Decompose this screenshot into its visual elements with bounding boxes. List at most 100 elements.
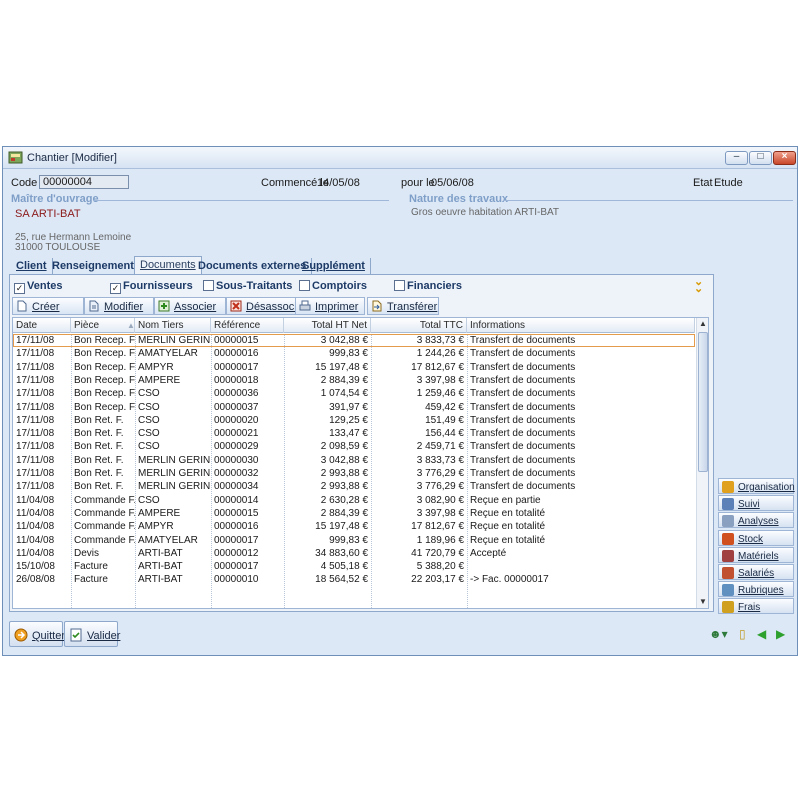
filter-comptoirs[interactable]: Comptoirs	[299, 280, 367, 293]
table-cell: 00000015	[214, 335, 259, 346]
table-cell: Bon Recep. F.	[74, 388, 135, 400]
checkbox-fournisseurs[interactable]: ✓	[110, 283, 121, 294]
checkbox-comptoirs[interactable]	[299, 280, 310, 291]
col-header-piece[interactable]: Pièce ▲	[71, 318, 135, 333]
checkbox-financiers[interactable]	[394, 280, 405, 291]
col-header-total-ttc[interactable]: Total TTC	[371, 318, 467, 333]
table-cell: 1 189,96 €	[416, 534, 464, 546]
table-cell: 00000032	[214, 468, 259, 479]
table-cell: Reçue en totalité	[470, 521, 546, 533]
table-row[interactable]: 11/04/08 Devis ARTI-BAT 00000012 34 883,60 €…	[13, 547, 695, 560]
collapse-chevron-icon[interactable]: ⌄ ⌄	[694, 277, 703, 295]
checkbox-ventes[interactable]: ✓	[14, 283, 25, 294]
table-row[interactable]: 17/11/08 Bon Ret. F. MERLIN GERIN 00000034 2…	[13, 480, 695, 493]
note-icon[interactable]: ▯	[739, 627, 746, 641]
etat-value[interactable]: Etude	[714, 177, 743, 189]
previous-icon[interactable]: ◀	[757, 627, 766, 641]
user-icon[interactable]: ☻▾	[709, 627, 728, 641]
table-cell: 17 812,67 €	[411, 361, 464, 373]
side-button-8[interactable]: Frais	[718, 598, 794, 615]
scroll-up-icon[interactable]: ▲	[697, 318, 708, 330]
minimize-button[interactable]: –	[725, 151, 748, 165]
table-row[interactable]: 17/11/08 Bon Recep. F. CSO 00000036 1 074,54…	[13, 387, 695, 400]
tab-documents[interactable]: Documents	[134, 256, 202, 275]
table-cell: 391,97 €	[329, 401, 368, 413]
end-date-value[interactable]: 05/06/08	[431, 177, 474, 189]
side-button-5[interactable]: Matériels	[718, 546, 794, 563]
side-button-1[interactable]: Organisation	[718, 478, 795, 494]
table-cell: Bon Ret. F.	[74, 414, 124, 426]
table-scrollbar[interactable]: ▲ ▼	[696, 318, 708, 608]
transfer-button[interactable]: Transférer	[367, 297, 439, 315]
code-field[interactable]: 00000004	[39, 175, 129, 189]
table-cell: AMATYELAR	[138, 534, 198, 546]
create-button[interactable]: Créer	[12, 297, 84, 315]
table-cell: 00000020	[214, 414, 259, 426]
table-row[interactable]: 17/11/08 Bon Ret. F. CSO 00000029 2 098,59 €…	[13, 440, 695, 453]
filter-sous-traitants[interactable]: Sous-Traitants	[203, 280, 292, 293]
col-header-total-ht[interactable]: Total HT Net	[284, 318, 371, 333]
table-row[interactable]: 17/11/08 Bon Recep. F. CSO 00000037 391,97 €…	[13, 401, 695, 414]
col-header-informations[interactable]: Informations	[467, 318, 695, 333]
table-row[interactable]: 11/04/08 Commande F. AMPERE 00000015 2 884,3…	[13, 507, 695, 520]
side-button-7[interactable]: Rubriques	[718, 581, 794, 598]
table-cell: Commande F.	[74, 494, 135, 506]
associate-button[interactable]: Associer	[154, 297, 226, 315]
maximize-button[interactable]: □	[749, 151, 772, 165]
quit-button[interactable]: Quitter	[9, 621, 65, 647]
filter-fournisseurs[interactable]: ✓ Fournisseurs	[110, 280, 193, 294]
table-cell: Transfert de documents	[470, 335, 576, 346]
table-row[interactable]: 26/08/08 Facture ARTI-BAT 00000010 18 564,52…	[13, 573, 695, 586]
modify-button[interactable]: Modifier	[84, 297, 154, 315]
scroll-thumb[interactable]	[698, 332, 708, 472]
maitre-address-city: 31000 TOULOUSE	[15, 242, 101, 253]
table-row[interactable]: 17/11/08 Bon Recep. F. AMPERE 00000018 2 884…	[13, 374, 695, 387]
documents-table[interactable]: Date Pièce ▲ Nom Tiers Référence Total HT…	[12, 317, 709, 609]
table-row[interactable]: 17/11/08 Bon Recep. F. AMPYR 00000017 15 197…	[13, 361, 695, 374]
validate-button[interactable]: Valider	[64, 621, 120, 647]
table-row[interactable]: 11/04/08 Commande F. AMPYR 00000016 15 197,4…	[13, 520, 695, 533]
col-header-nom-tiers[interactable]: Nom Tiers	[135, 318, 211, 333]
table-row[interactable]: 17/11/08 Bon Ret. F. MERLIN GERIN 00000030 3…	[13, 454, 695, 467]
side-button-4[interactable]: Stock	[718, 529, 794, 546]
maitre-divider	[93, 200, 389, 201]
table-header: Date Pièce ▲ Nom Tiers Référence Total HT…	[13, 318, 695, 333]
side-button-3[interactable]: Analyses	[718, 512, 794, 529]
side-button-2[interactable]: Suivi	[718, 495, 794, 512]
next-icon[interactable]: ▶	[776, 627, 785, 641]
side-button-6[interactable]: Salariés	[718, 564, 794, 580]
scroll-down-icon[interactable]: ▼	[697, 596, 708, 608]
table-cell: 17/11/08	[16, 348, 55, 360]
table-row[interactable]: 15/10/08 Facture ARTI-BAT 00000017 4 505,18 …	[13, 560, 695, 573]
table-cell: 00000016	[214, 348, 259, 360]
table-cell: 459,42 €	[425, 401, 464, 413]
table-row[interactable]: 17/11/08 Bon Ret. F. CSO 00000020 129,25 € 15…	[13, 414, 695, 427]
filter-ventes[interactable]: ✓ Ventes	[14, 280, 62, 294]
close-button[interactable]: ×	[773, 151, 796, 165]
table-row[interactable]: 17/11/08 Bon Ret. F. MERLIN GERIN 00000032 2…	[13, 467, 695, 480]
rubriques-icon	[722, 584, 734, 597]
table-row[interactable]: 11/04/08 Commande F. CSO 00000014 2 630,28 €…	[13, 494, 695, 507]
table-cell: Transfert de documents	[470, 401, 576, 413]
table-row[interactable]: 11/04/08 Commande F. AMATYELAR 00000017 999,…	[13, 534, 695, 547]
table-row[interactable]: 17/11/08 Bon Recep. F. MERLIN GERIN 0000001…	[13, 334, 695, 347]
new-document-icon	[17, 300, 27, 312]
table-cell: 3 776,29 €	[416, 481, 464, 493]
table-cell: 17/11/08	[16, 335, 55, 346]
table-row[interactable]: 17/11/08 Bon Recep. F. AMATYELAR 00000016 99…	[13, 347, 695, 360]
start-date-value[interactable]: 14/05/08	[317, 177, 360, 189]
title-bar[interactable]: Chantier [Modifier] – □ ×	[3, 147, 797, 169]
checkbox-sous-traitants[interactable]	[203, 280, 214, 291]
col-header-date[interactable]: Date	[13, 318, 71, 333]
tab-renseignements[interactable]: Renseignements	[47, 258, 147, 274]
print-button[interactable]: Imprimer	[295, 297, 365, 315]
tab-documents-externes[interactable]: Documents externes	[193, 258, 313, 274]
tab-supplement[interactable]: Supplément	[297, 258, 371, 274]
table-cell: AMPYR	[138, 361, 174, 373]
filter-financiers[interactable]: Financiers	[394, 280, 462, 293]
table-row[interactable]: 17/11/08 Bon Ret. F. CSO 00000021 133,47 € 15…	[13, 427, 695, 440]
table-cell: MERLIN GERIN	[138, 468, 211, 479]
table-cell: 3 776,29 €	[416, 468, 464, 479]
col-header-reference[interactable]: Référence	[211, 318, 284, 333]
table-cell: 133,47 €	[329, 428, 368, 440]
